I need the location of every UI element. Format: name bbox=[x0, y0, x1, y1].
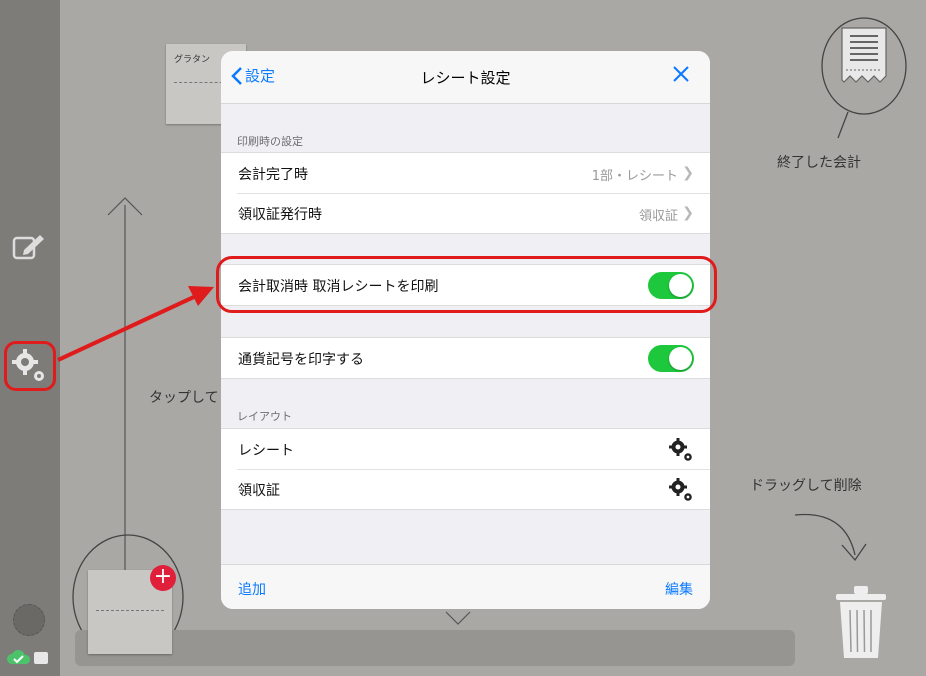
annotation-arrow bbox=[57, 286, 214, 362]
